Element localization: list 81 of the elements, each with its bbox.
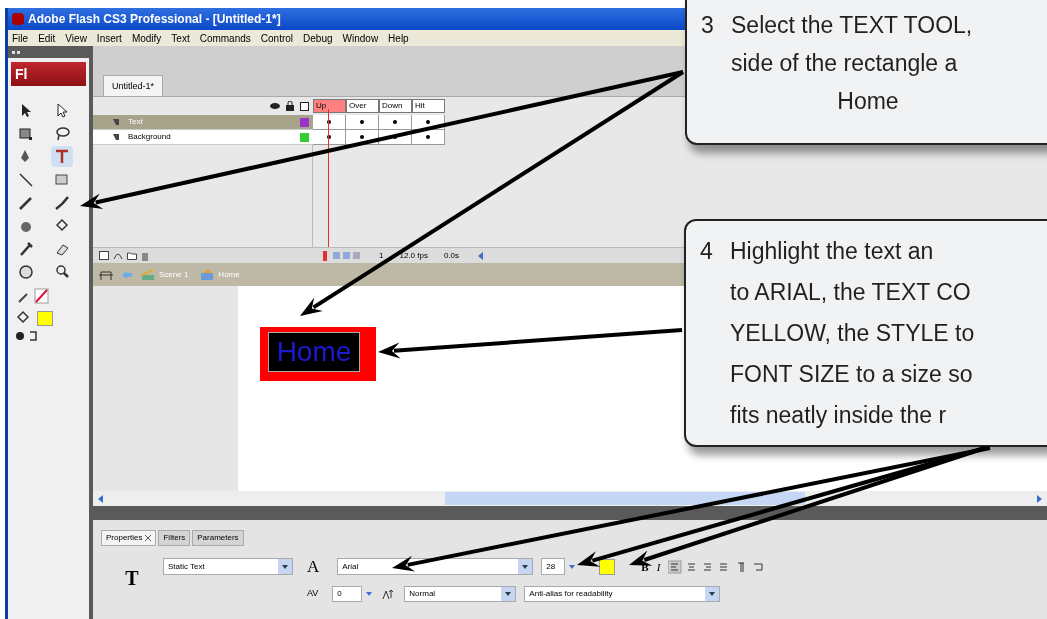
folder-icon[interactable] (127, 251, 137, 260)
keyframe-dot-icon (426, 135, 430, 139)
keyframe-dot-icon (360, 135, 364, 139)
menu-item[interactable]: Help (388, 30, 409, 46)
layer-color-swatch[interactable] (300, 117, 309, 127)
example-text: Home (836, 87, 900, 116)
horizontal-scrollbar[interactable] (93, 491, 1047, 506)
anti-alias-dropdown[interactable]: Anti-alias for readability (524, 585, 721, 602)
menu-item[interactable]: Commands (199, 30, 251, 46)
menu-item[interactable]: Insert (96, 30, 122, 46)
menu-item[interactable]: View (65, 30, 87, 46)
panel-tab[interactable]: Parameters (192, 530, 244, 546)
frame-label[interactable]: Over (346, 99, 379, 113)
keyframe-cell[interactable] (346, 115, 379, 130)
keyframe-cell[interactable] (379, 115, 412, 130)
instruction-text: to ARIAL, the TEXT CO (730, 278, 971, 307)
frame-rate: 12.0 fps (399, 249, 428, 262)
window-title: Adobe Flash CS3 Professional - [Untitled-1*] (28, 11, 281, 28)
position-dropdown[interactable]: Normal (404, 585, 517, 602)
stage-icon[interactable] (99, 268, 113, 281)
fill-color-swatch[interactable] (37, 310, 53, 326)
keyframe-cell[interactable] (313, 130, 346, 145)
collapse-icon[interactable] (12, 49, 20, 55)
symbol-icon (200, 268, 215, 281)
app-icon (12, 13, 24, 25)
keyframe-dot-icon (426, 120, 430, 124)
keyframe-dot-icon (393, 120, 397, 124)
italic-button[interactable]: I (656, 558, 661, 575)
instruction-text: YELLOW, the STYLE to (730, 319, 975, 348)
keyframe-cell[interactable] (313, 115, 346, 130)
layer-color-swatch[interactable] (300, 132, 309, 142)
font-icon: A (307, 554, 320, 580)
hand-icon (17, 262, 35, 281)
eyedropper-icon (17, 239, 35, 258)
scroll-right-icon[interactable] (1035, 494, 1043, 503)
text-type-dropdown[interactable]: Static Text (163, 558, 293, 576)
new-layer-icon[interactable] (99, 251, 109, 260)
line-icon (17, 170, 35, 189)
eye-icon[interactable] (270, 102, 280, 110)
panel-tab[interactable]: Properties (101, 530, 157, 546)
playhead-marker-icon[interactable] (323, 250, 327, 261)
menu-item[interactable]: File (12, 30, 29, 46)
keyframe-dot-icon (360, 120, 364, 124)
app-logo: Fl (11, 62, 86, 86)
frame-label[interactable]: Hit (412, 99, 445, 113)
instruction-text: fits neatly inside the r (730, 401, 947, 430)
instruction-text: Select the TEXT TOOL, (731, 11, 973, 40)
layer-row[interactable]: Background (93, 130, 313, 145)
instruction-text: FONT SIZE to a size so (730, 360, 973, 389)
outline-icon[interactable] (300, 101, 309, 111)
menu-item[interactable]: Edit (38, 30, 56, 46)
instruction-text: Highlight the text an (730, 237, 934, 266)
panel-tab[interactable]: Filters (158, 530, 191, 546)
letter-spacing-field[interactable]: 0 (332, 585, 363, 602)
bucket-icon (15, 310, 29, 326)
close-icon[interactable] (145, 535, 152, 541)
menu-item[interactable]: Window (342, 30, 379, 46)
step-number: 3 (701, 11, 715, 40)
font-dropdown[interactable]: Arial (337, 558, 534, 576)
scene-icon (141, 268, 155, 281)
guide-layer-icon[interactable] (113, 251, 123, 260)
menu-item[interactable]: Modify (131, 30, 162, 46)
scroll-left-icon[interactable] (97, 494, 105, 503)
step-number: 4 (700, 237, 714, 266)
button-label: Home (276, 338, 352, 366)
instruction-text: side of the rectangle a (731, 49, 958, 78)
text-tool-icon: T (125, 562, 139, 593)
scrollbar-thumb[interactable] (445, 492, 805, 505)
frame-label[interactable]: Down (379, 99, 412, 113)
menu-item[interactable]: Debug (303, 30, 333, 46)
menu-item[interactable]: Control (260, 30, 294, 46)
text-color-swatch[interactable] (599, 558, 616, 575)
document-tab[interactable]: Untitled-1* (103, 75, 164, 97)
current-frame: 1 (379, 249, 384, 262)
letter-spacing-icon: AV (307, 586, 319, 601)
elapsed-time: 0.0s (443, 249, 460, 262)
keyframe-dot-icon (393, 135, 397, 139)
frame-label[interactable]: Up (313, 99, 346, 113)
lock-icon[interactable] (286, 101, 294, 111)
menu-item[interactable]: Text (171, 30, 190, 46)
font-size-field[interactable]: 28 (541, 558, 566, 576)
